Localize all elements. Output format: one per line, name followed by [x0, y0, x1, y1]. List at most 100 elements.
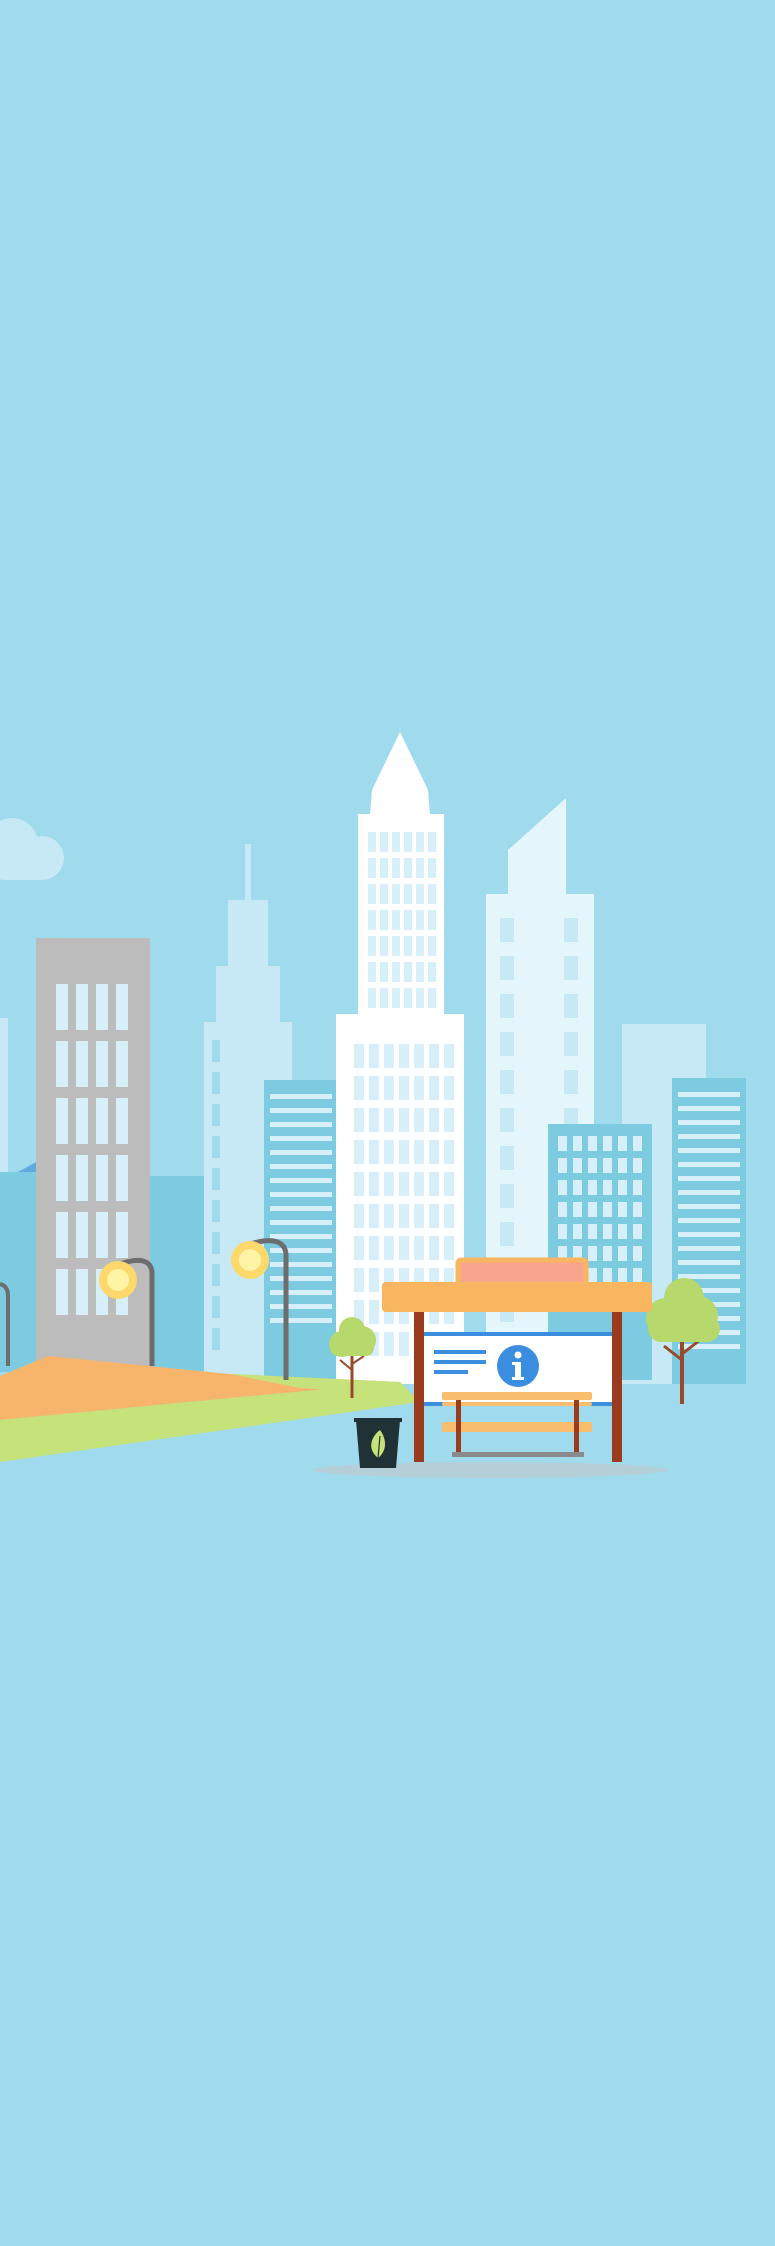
window	[212, 1232, 220, 1254]
window	[354, 1172, 364, 1196]
window	[212, 1328, 220, 1350]
window	[618, 1136, 627, 1151]
window	[404, 910, 412, 930]
window	[429, 1108, 439, 1132]
window-stripe	[678, 1190, 740, 1195]
window-stripe	[678, 1204, 740, 1209]
window	[116, 1041, 128, 1087]
window	[429, 1140, 439, 1164]
window	[384, 1140, 394, 1164]
window	[404, 858, 412, 878]
window	[416, 910, 424, 930]
window	[354, 1108, 364, 1132]
info-icon	[497, 1345, 539, 1387]
window	[116, 1212, 128, 1258]
window	[428, 832, 436, 852]
window	[380, 832, 388, 852]
window-stripe	[270, 1150, 332, 1155]
window	[414, 1172, 424, 1196]
window	[603, 1158, 612, 1173]
window-stripe	[270, 1290, 332, 1295]
shelter-post-left	[414, 1312, 424, 1462]
window	[416, 884, 424, 904]
window	[633, 1136, 642, 1151]
shelter-post-right	[612, 1312, 622, 1462]
window	[444, 1236, 454, 1260]
window	[96, 1155, 108, 1201]
window	[212, 1072, 220, 1094]
window	[603, 1268, 612, 1283]
window	[212, 1104, 220, 1126]
window	[392, 988, 400, 1008]
window-stripe	[270, 1206, 332, 1211]
window	[399, 1332, 409, 1356]
window	[404, 884, 412, 904]
window	[429, 1044, 439, 1068]
window	[500, 1108, 514, 1132]
window	[380, 858, 388, 878]
window	[414, 1076, 424, 1100]
window	[588, 1224, 597, 1239]
window-stripe	[678, 1218, 740, 1223]
window	[384, 1044, 394, 1068]
window	[428, 910, 436, 930]
window	[603, 1180, 612, 1195]
window	[416, 832, 424, 852]
window	[368, 858, 376, 878]
window	[56, 1098, 68, 1144]
window	[368, 962, 376, 982]
window	[603, 1136, 612, 1151]
window	[392, 884, 400, 904]
window	[368, 884, 376, 904]
window	[369, 1108, 379, 1132]
window	[384, 1076, 394, 1100]
window-stripe	[270, 1164, 332, 1169]
window-stripe	[270, 1276, 332, 1281]
window	[416, 962, 424, 982]
window	[76, 1041, 88, 1087]
window	[96, 1098, 108, 1144]
window	[212, 1296, 220, 1318]
window	[369, 1204, 379, 1228]
window-stripe	[270, 1318, 332, 1323]
window-stripe	[678, 1148, 740, 1153]
building-mid-center-left	[148, 1176, 206, 1376]
window	[384, 1332, 394, 1356]
window	[558, 1158, 567, 1173]
window	[564, 1070, 578, 1094]
window-stripe	[678, 1162, 740, 1167]
trash-bin	[354, 1418, 402, 1468]
window	[428, 962, 436, 982]
window	[618, 1246, 627, 1261]
window	[399, 1108, 409, 1132]
window	[212, 1264, 220, 1286]
window	[369, 1076, 379, 1100]
window	[368, 936, 376, 956]
window	[354, 1204, 364, 1228]
window	[429, 1172, 439, 1196]
window-stripe	[678, 1106, 740, 1111]
window	[564, 918, 578, 942]
window	[573, 1180, 582, 1195]
window-stripe	[678, 1232, 740, 1237]
window	[56, 1041, 68, 1087]
window	[500, 994, 514, 1018]
window	[444, 1076, 454, 1100]
window	[399, 1236, 409, 1260]
window	[633, 1202, 642, 1217]
window	[404, 962, 412, 982]
window	[573, 1136, 582, 1151]
window	[212, 1200, 220, 1222]
window	[558, 1202, 567, 1217]
window	[500, 1146, 514, 1170]
window	[76, 1269, 88, 1315]
striped-tower-center	[264, 1080, 338, 1380]
gray-tower	[36, 938, 150, 1378]
window-stripe	[678, 1274, 740, 1279]
window	[384, 1108, 394, 1132]
window	[633, 1158, 642, 1173]
window	[354, 1140, 364, 1164]
window	[368, 988, 376, 1008]
window	[429, 1076, 439, 1100]
window	[116, 1155, 128, 1201]
